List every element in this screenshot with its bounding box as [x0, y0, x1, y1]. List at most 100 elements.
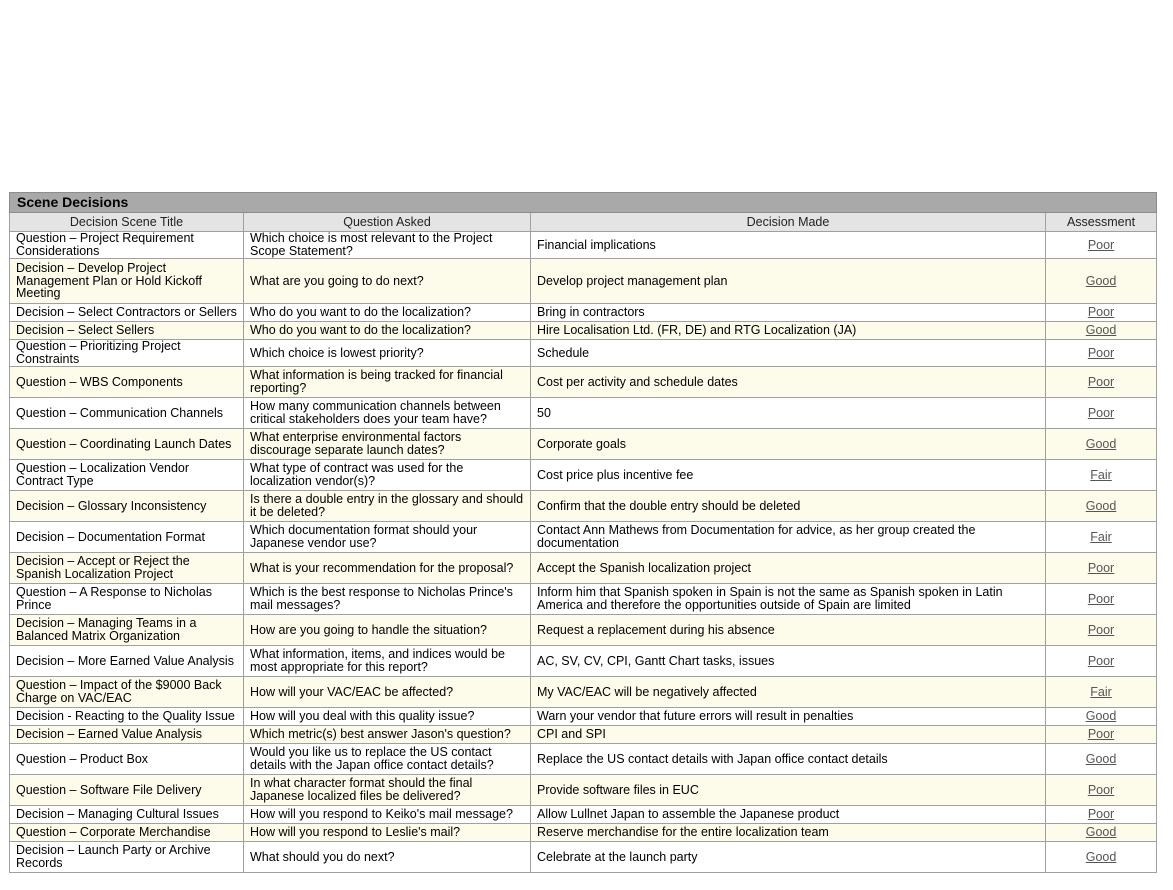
scene-title-cell: Decision – Launch Party or Archive Recor…	[9, 841, 244, 873]
scene-title-cell: Decision – Glossary Inconsistency	[9, 490, 244, 522]
assessment-link[interactable]: Poor	[1088, 783, 1114, 797]
assessment-cell: Poor	[1044, 725, 1158, 744]
assessment-link[interactable]: Good	[1086, 709, 1117, 723]
assessment-link[interactable]: Poor	[1088, 238, 1114, 252]
decision-cell: AC, SV, CV, CPI, Gantt Chart tasks, issu…	[530, 645, 1046, 677]
decision-cell: Financial implications	[530, 231, 1046, 259]
assessment-cell: Poor	[1044, 303, 1158, 322]
assessment-link[interactable]: Good	[1086, 825, 1117, 839]
assessment-link[interactable]: Good	[1086, 752, 1117, 766]
table-body: Question – Project Requirement Considera…	[9, 231, 1158, 873]
assessment-cell: Poor	[1044, 397, 1158, 429]
assessment-cell: Good	[1044, 490, 1158, 522]
question-cell: What is your recommendation for the prop…	[243, 552, 531, 584]
table-row: Decision - Reacting to the Quality Issue…	[9, 707, 1158, 726]
decision-cell: Inform him that Spanish spoken in Spain …	[530, 583, 1046, 615]
scene-title-cell: Question – WBS Components	[9, 366, 244, 398]
assessment-cell: Poor	[1044, 583, 1158, 615]
scene-title-cell: Decision – More Earned Value Analysis	[9, 645, 244, 677]
question-cell: Is there a double entry in the glossary …	[243, 490, 531, 522]
assessment-cell: Poor	[1044, 339, 1158, 367]
assessment-cell: Good	[1044, 428, 1158, 460]
assessment-cell: Poor	[1044, 231, 1158, 259]
column-header-decision: Decision Made	[530, 212, 1046, 232]
table-row: Decision – More Earned Value Analysis Wha…	[9, 645, 1158, 677]
question-cell: What type of contract was used for the l…	[243, 459, 531, 491]
question-cell: How will you deal with this quality issu…	[243, 707, 531, 726]
assessment-link[interactable]: Fair	[1090, 468, 1112, 482]
question-cell: What enterprise environmental factors di…	[243, 428, 531, 460]
table-row: Question – Communication Channels How man…	[9, 397, 1158, 429]
table-row: Decision – Earned Value Analysis Which me…	[9, 725, 1158, 744]
assessment-link[interactable]: Poor	[1088, 654, 1114, 668]
assessment-cell: Fair	[1044, 521, 1158, 553]
decision-cell: Request a replacement during his absence	[530, 614, 1046, 646]
assessment-cell: Good	[1044, 707, 1158, 726]
table-row: Decision – Accept or Reject the Spanish …	[9, 552, 1158, 584]
table-row: Question – Corporate Merchandise How will…	[9, 823, 1158, 842]
decision-cell: Cost per activity and schedule dates	[530, 366, 1046, 398]
assessment-cell: Poor	[1044, 614, 1158, 646]
assessment-link[interactable]: Poor	[1088, 623, 1114, 637]
assessment-link[interactable]: Poor	[1088, 592, 1114, 606]
column-header-assessment: Assessment	[1044, 212, 1158, 232]
assessment-link[interactable]: Good	[1086, 499, 1117, 513]
table-row: Decision – Documentation Format Which doc…	[9, 521, 1158, 553]
table-row: Decision – Launch Party or Archive Recor…	[9, 841, 1158, 873]
scene-title-cell: Question – Product Box	[9, 743, 244, 775]
question-cell: What should you do next?	[243, 841, 531, 873]
assessment-link[interactable]: Poor	[1088, 406, 1114, 420]
table-row: Decision – Managing Cultural Issues How w…	[9, 805, 1158, 824]
assessment-link[interactable]: Poor	[1088, 807, 1114, 821]
assessment-link[interactable]: Good	[1086, 323, 1117, 337]
assessment-link[interactable]: Fair	[1090, 530, 1112, 544]
scene-title-cell: Decision – Develop Project Management Pl…	[9, 258, 244, 304]
assessment-link[interactable]: Poor	[1088, 346, 1114, 360]
scene-title-cell: Decision – Managing Teams in a Balanced …	[9, 614, 244, 646]
assessment-cell: Fair	[1044, 676, 1158, 708]
scene-title-cell: Decision – Documentation Format	[9, 521, 244, 553]
assessment-link[interactable]: Fair	[1090, 685, 1112, 699]
decision-cell: Warn your vendor that future errors will…	[530, 707, 1046, 726]
question-cell: Which choice is most relevant to the Pro…	[243, 231, 531, 259]
assessment-link[interactable]: Good	[1086, 274, 1117, 288]
decision-cell: CPI and SPI	[530, 725, 1046, 744]
question-cell: How will your VAC/EAC be affected?	[243, 676, 531, 708]
scene-title-cell: Question – Prioritizing Project Constrai…	[9, 339, 244, 367]
assessment-link[interactable]: Poor	[1088, 727, 1114, 741]
decision-cell: Hire Localisation Ltd. (FR, DE) and RTG …	[530, 321, 1046, 340]
assessment-cell: Good	[1044, 743, 1158, 775]
assessment-link[interactable]: Poor	[1088, 375, 1114, 389]
question-cell: Which documentation format should your J…	[243, 521, 531, 553]
decision-cell: Corporate goals	[530, 428, 1046, 460]
table-row: Question – WBS Components What informatio…	[9, 366, 1158, 398]
table-row: Question – Product Box Would you like us …	[9, 743, 1158, 775]
assessment-link[interactable]: Good	[1086, 437, 1117, 451]
decision-cell: Allow Lullnet Japan to assemble the Japa…	[530, 805, 1046, 824]
assessment-link[interactable]: Poor	[1088, 305, 1114, 319]
table-row: Decision – Managing Teams in a Balanced …	[9, 614, 1158, 646]
assessment-cell: Poor	[1044, 774, 1158, 806]
decision-cell: Schedule	[530, 339, 1046, 367]
decision-cell: Confirm that the double entry should be …	[530, 490, 1046, 522]
scene-title-cell: Question – A Response to Nicholas Prince	[9, 583, 244, 615]
decision-cell: Accept the Spanish localization project	[530, 552, 1046, 584]
assessment-cell: Poor	[1044, 366, 1158, 398]
question-cell: Which metric(s) best answer Jason's ques…	[243, 725, 531, 744]
question-cell: Would you like us to replace the US cont…	[243, 743, 531, 775]
assessment-cell: Good	[1044, 841, 1158, 873]
assessment-cell: Poor	[1044, 552, 1158, 584]
column-header-question: Question Asked	[243, 212, 531, 232]
table-header-row: Decision Scene Title Question Asked Deci…	[9, 212, 1158, 232]
scene-title-cell: Decision – Accept or Reject the Spanish …	[9, 552, 244, 584]
assessment-link[interactable]: Good	[1086, 850, 1117, 864]
decision-cell: Bring in contractors	[530, 303, 1046, 322]
decision-cell: Replace the US contact details with Japa…	[530, 743, 1046, 775]
scene-title-cell: Question – Localization Vendor Contract …	[9, 459, 244, 491]
decision-cell: Provide software files in EUC	[530, 774, 1046, 806]
scene-title-cell: Question – Coordinating Launch Dates	[9, 428, 244, 460]
scene-title-cell: Question – Software File Delivery	[9, 774, 244, 806]
assessment-cell: Fair	[1044, 459, 1158, 491]
question-cell: How are you going to handle the situatio…	[243, 614, 531, 646]
assessment-link[interactable]: Poor	[1088, 561, 1114, 575]
